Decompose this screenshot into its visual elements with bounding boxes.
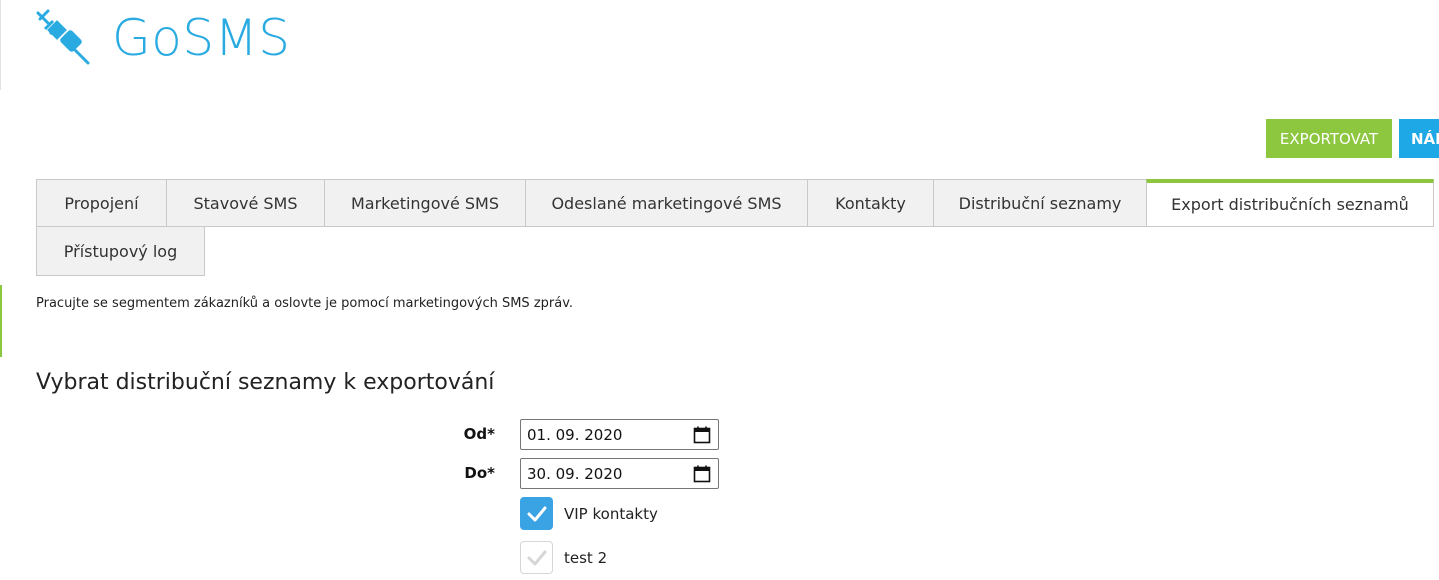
left-edge-line — [0, 0, 1, 90]
tab-stavove-sms[interactable]: Stavové SMS — [166, 179, 325, 227]
tab-row-2: Přístupový log — [36, 226, 1435, 276]
list-label-vip: VIP kontakty — [564, 504, 658, 523]
left-accent-bar — [0, 285, 2, 357]
brand-name: GoSMS — [112, 9, 291, 67]
export-button[interactable]: EXPORTOVAT — [1266, 119, 1392, 158]
checkbox-test2[interactable] — [520, 541, 553, 574]
tab-export-distribucnich-seznamu[interactable]: Export distribučních seznamů — [1146, 179, 1434, 227]
list-option-test2[interactable]: test 2 — [520, 541, 607, 574]
tab-row-1: Propojení Stavové SMS Marketingové SMS O… — [36, 179, 1435, 227]
to-label: Do* — [464, 464, 495, 482]
from-date-value: 01. 09. 2020 — [527, 425, 623, 444]
tab-marketingove-sms[interactable]: Marketingové SMS — [324, 179, 526, 227]
tab-propojeni[interactable]: Propojení — [36, 179, 167, 227]
tab-odeslane-marketingove-sms[interactable]: Odeslané marketingové SMS — [525, 179, 808, 227]
help-button[interactable]: NÁP — [1399, 119, 1439, 158]
brand-logo[interactable]: GoSMS — [36, 8, 290, 68]
section-title: Vybrat distribuční seznamy k exportování — [36, 370, 495, 395]
plug-icon — [36, 9, 90, 65]
tab-bar: Propojení Stavové SMS Marketingové SMS O… — [36, 179, 1435, 276]
to-date-input[interactable]: 30. 09. 2020 — [520, 458, 719, 489]
list-option-vip[interactable]: VIP kontakty — [520, 497, 658, 530]
tab-distribucni-seznamy[interactable]: Distribuční seznamy — [933, 179, 1147, 227]
calendar-icon[interactable] — [693, 426, 711, 444]
list-label-test2: test 2 — [564, 548, 608, 567]
checkmark-icon — [527, 506, 546, 521]
from-date-input[interactable]: 01. 09. 2020 — [520, 419, 719, 450]
to-date-value: 30. 09. 2020 — [527, 464, 623, 483]
tab-kontakty[interactable]: Kontakty — [807, 179, 934, 227]
intro-text: Pracujte se segmentem zákazníků a oslovt… — [36, 296, 574, 311]
tab-pristupovy-log[interactable]: Přístupový log — [36, 226, 205, 276]
calendar-icon[interactable] — [693, 465, 711, 483]
page: GoSMS EXPORTOVAT NÁP Propojení Stavové S… — [0, 0, 1439, 580]
checkmark-icon — [527, 550, 546, 565]
from-label: Od* — [463, 425, 495, 443]
checkbox-vip[interactable] — [520, 497, 553, 530]
